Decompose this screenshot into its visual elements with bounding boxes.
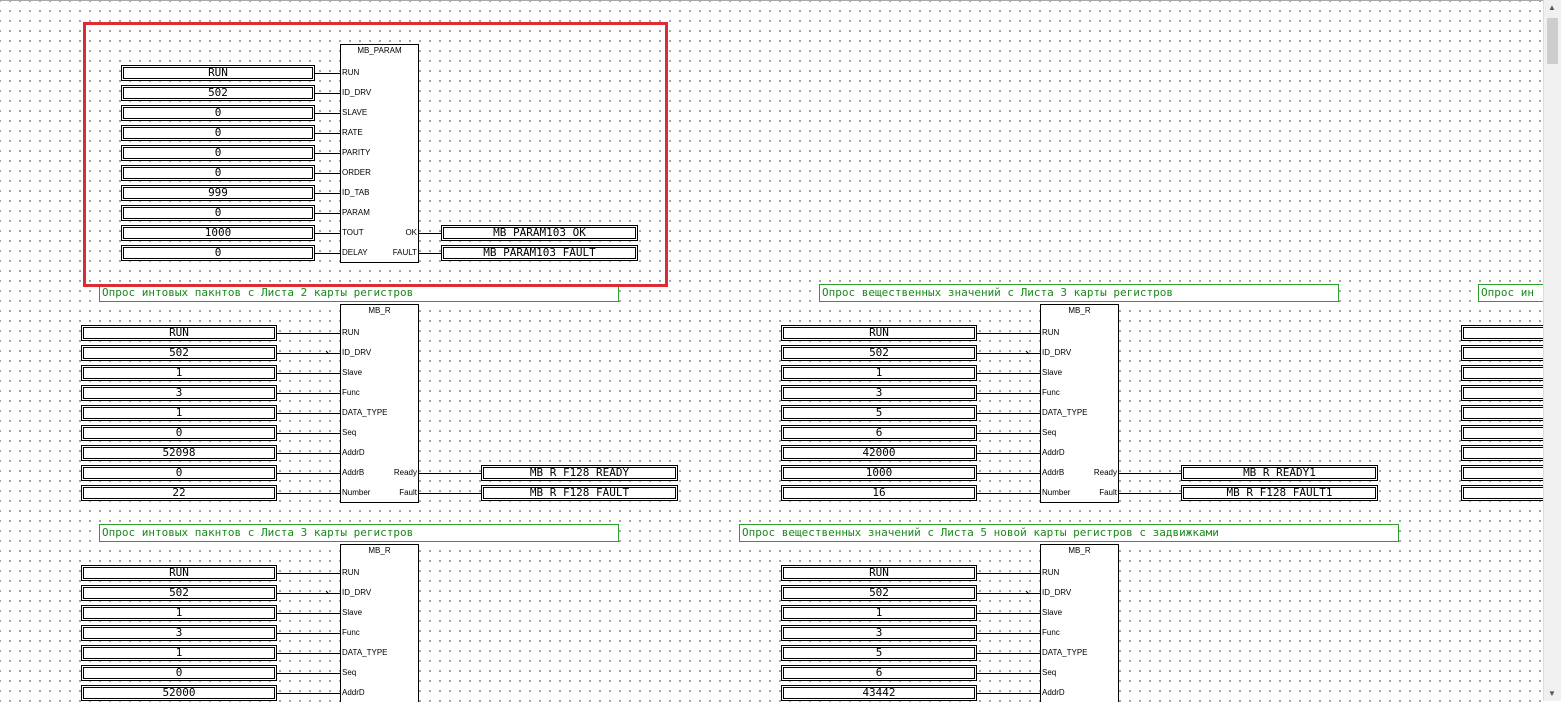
input-value-box[interactable]: 22: [81, 485, 277, 501]
input-value-box[interactable]: 1: [781, 365, 977, 381]
input-pin-label: Number: [1042, 488, 1071, 497]
input-pin-label: ID_DRV: [1042, 588, 1072, 597]
input-pin-label: DATA_TYPE: [1042, 648, 1088, 657]
input-pin-label: Slave: [1042, 368, 1063, 377]
input-value-box[interactable]: 502: [781, 345, 977, 361]
arrow-down-icon[interactable]: ▼: [1548, 689, 1556, 698]
input-pin-label: Seq: [342, 668, 357, 677]
input-value-box[interactable]: RUN: [81, 325, 277, 341]
input-value-box[interactable]: 42000: [781, 445, 977, 461]
comment-partial[interactable]: Опрос ин: [1478, 284, 1543, 302]
input-value-box-partial[interactable]: [1461, 485, 1543, 501]
input-pin-label: ID_DRV: [1042, 348, 1072, 357]
input-pin-label: RUN: [1042, 328, 1060, 337]
input-value-box[interactable]: 0: [81, 465, 277, 481]
input-pin-label: AddrD: [1042, 688, 1065, 697]
input-value-box[interactable]: 52098: [81, 445, 277, 461]
input-pin-label: Number: [342, 488, 371, 497]
input-pin-label: AddrD: [342, 688, 365, 697]
input-value-box[interactable]: RUN: [781, 565, 977, 581]
selection-frame: [83, 22, 668, 287]
input-pin-label: DATA_TYPE: [342, 408, 388, 417]
arrow-up-icon[interactable]: ▲: [1548, 3, 1556, 12]
input-value-box[interactable]: 6: [781, 665, 977, 681]
input-value-box[interactable]: 1: [81, 405, 277, 421]
input-value-box[interactable]: 502: [81, 585, 277, 601]
input-value-box[interactable]: 3: [81, 625, 277, 641]
output-pin-label: Ready: [1093, 468, 1117, 477]
vertical-scrollbar[interactable]: ▲ ▼: [1543, 0, 1561, 701]
input-pin-label: Func: [342, 388, 360, 397]
comment-label[interactable]: Опрос вещественных значений с Листа 3 ка…: [819, 284, 1339, 302]
input-value-box[interactable]: 502: [781, 585, 977, 601]
input-value-box[interactable]: 6: [781, 425, 977, 441]
input-value-box[interactable]: 1000: [781, 465, 977, 481]
input-pin-label: Slave: [342, 368, 363, 377]
input-pin-label: Seq: [1042, 668, 1057, 677]
input-value-box-partial[interactable]: [1461, 445, 1543, 461]
block-title: MB_R: [368, 306, 391, 315]
diagram-canvas[interactable]: Опрос ин MB_PARAM RUN RUN 502 ID_DRV 0 SLAVE 0 R…: [0, 0, 1543, 702]
input-value-box-partial[interactable]: [1461, 345, 1543, 361]
input-value-box-partial[interactable]: [1461, 405, 1543, 421]
input-pin-label: RUN: [342, 328, 360, 337]
input-value-box[interactable]: 3: [781, 625, 977, 641]
block-title: MB_R: [1068, 306, 1091, 315]
input-pin-label: Func: [1042, 388, 1060, 397]
input-value-box-partial[interactable]: [1461, 425, 1543, 441]
scrollbar-thumb[interactable]: [1547, 18, 1558, 64]
input-value-box[interactable]: 1: [81, 645, 277, 661]
input-value-box[interactable]: 3: [81, 385, 277, 401]
input-pin-label: ID_DRV: [342, 348, 372, 357]
input-pin-label: Slave: [342, 608, 363, 617]
comment-label[interactable]: Опрос интовых пакнтов с Листа 3 карты ре…: [99, 524, 619, 542]
input-pin-label: Func: [342, 628, 360, 637]
input-value-box[interactable]: 43442: [781, 685, 977, 701]
input-pin-label: AddrD: [1042, 448, 1065, 457]
comment-label[interactable]: Опрос вещественных значений с Листа 5 но…: [739, 524, 1399, 542]
input-value-box-partial[interactable]: [1461, 365, 1543, 381]
input-pin-label: AddrB: [1042, 468, 1065, 477]
output-variable-box[interactable]: MB_R_READY1: [1181, 465, 1378, 481]
input-value-box-partial[interactable]: [1461, 465, 1543, 481]
input-value-box[interactable]: 3: [781, 385, 977, 401]
input-value-box[interactable]: RUN: [781, 325, 977, 341]
output-variable-box[interactable]: MB_R_F128_FAULT1: [1181, 485, 1378, 501]
output-pin-label: Fault: [1099, 488, 1117, 497]
input-pin-label: ID_DRV: [342, 588, 372, 597]
input-pin-label: DATA_TYPE: [342, 648, 388, 657]
input-value-box[interactable]: 1: [781, 605, 977, 621]
input-pin-label: RUN: [1042, 568, 1060, 577]
input-pin-label: DATA_TYPE: [1042, 408, 1088, 417]
input-value-box[interactable]: 1: [81, 605, 277, 621]
block-title: MB_R: [368, 546, 391, 555]
input-value-box[interactable]: 5: [781, 405, 977, 421]
input-pin-label: AddrB: [342, 468, 365, 477]
input-value-box[interactable]: 0: [81, 665, 277, 681]
output-pin-label: Fault: [399, 488, 417, 497]
input-value-box[interactable]: 52000: [81, 685, 277, 701]
input-value-box[interactable]: RUN: [81, 565, 277, 581]
input-value-box-partial[interactable]: [1461, 325, 1543, 341]
input-pin-label: Slave: [1042, 608, 1063, 617]
output-variable-box[interactable]: MB_R_F128_FAULT: [481, 485, 678, 501]
input-pin-label: Seq: [342, 428, 357, 437]
block-title: MB_R: [1068, 546, 1091, 555]
input-pin-label: Seq: [1042, 428, 1057, 437]
input-pin-label: RUN: [342, 568, 360, 577]
input-value-box[interactable]: 5: [781, 645, 977, 661]
input-pin-label: Func: [1042, 628, 1060, 637]
input-pin-label: AddrD: [342, 448, 365, 457]
input-value-box[interactable]: 0: [81, 425, 277, 441]
input-value-box[interactable]: 16: [781, 485, 977, 501]
input-value-box[interactable]: 502: [81, 345, 277, 361]
input-value-box-partial[interactable]: [1461, 385, 1543, 401]
input-value-box[interactable]: 1: [81, 365, 277, 381]
output-pin-label: Ready: [393, 468, 417, 477]
output-variable-box[interactable]: MB_R_F128_READY: [481, 465, 678, 481]
